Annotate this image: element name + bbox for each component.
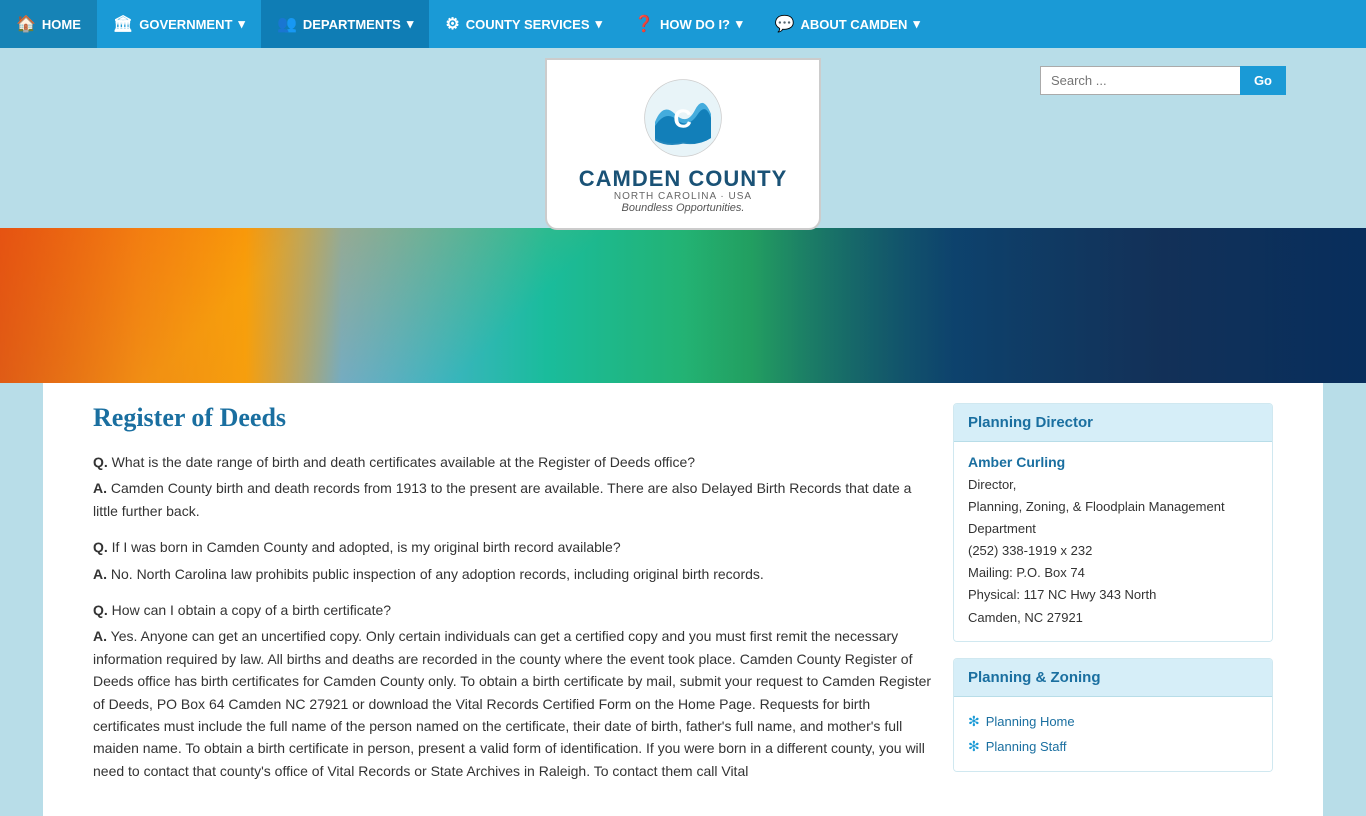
contact-detail-2: (252) 338-1919 x 232 xyxy=(968,543,1092,558)
home-icon: 🏠 xyxy=(16,14,36,34)
asterisk-icon: ✻ xyxy=(968,738,980,755)
contact-detail-4: Physical: 117 NC Hwy 343 North xyxy=(968,587,1156,602)
chevron-down-icon: ▾ xyxy=(913,16,920,32)
contact-detail-3: Mailing: P.O. Box 74 xyxy=(968,565,1085,580)
nav-county-services[interactable]: ⚙ COUNTY SERVICES ▾ xyxy=(429,0,618,48)
hero-image xyxy=(0,228,1366,383)
chevron-down-icon: ▾ xyxy=(238,16,245,32)
sidebar-box-body-planning-director: Amber Curling Director, Planning, Zoning… xyxy=(954,442,1272,641)
sidebar-link-planning-home[interactable]: ✻ Planning Home xyxy=(968,709,1258,734)
sidebar-box-planning-zoning: Planning & Zoning ✻ Planning Home ✻ Plan… xyxy=(953,658,1273,772)
departments-icon: 👥 xyxy=(277,14,297,34)
nav-departments[interactable]: 👥 DEPARTMENTS ▾ xyxy=(261,0,429,48)
sidebar-link-planning-staff[interactable]: ✻ Planning Staff xyxy=(968,734,1258,759)
nav-about-camden[interactable]: 💬 ABOUT CAMDEN ▾ xyxy=(759,0,936,48)
nav-home[interactable]: 🏠 HOME xyxy=(0,0,97,48)
search-input[interactable] xyxy=(1040,66,1240,95)
faq-q-2: Q. If I was born in Camden County and ad… xyxy=(93,536,933,558)
logo-container: C CAMDEN COUNTY NORTH CAROLINA · USA Bou… xyxy=(545,58,822,230)
contact-detail-1: Planning, Zoning, & Floodplain Managemen… xyxy=(968,499,1225,536)
main-nav: 🏠 HOME 🏛 GOVERNMENT ▾ 👥 DEPARTMENTS ▾ ⚙ … xyxy=(0,0,1366,48)
faq-q-1: Q. What is the date range of birth and d… xyxy=(93,451,933,473)
logo-title: CAMDEN COUNTY xyxy=(579,167,788,191)
sidebar-box-body-planning-zoning: ✻ Planning Home ✻ Planning Staff xyxy=(954,697,1272,771)
faq-item-1: Q. What is the date range of birth and d… xyxy=(93,451,933,522)
nav-how-do-i[interactable]: ❓ HOW DO I? ▾ xyxy=(618,0,759,48)
search-bar: Go xyxy=(1040,66,1286,95)
faq-a-2: A. No. North Carolina law prohibits publ… xyxy=(93,563,933,585)
nav-government[interactable]: 🏛 GOVERNMENT ▾ xyxy=(97,0,261,48)
faq-q-3: Q. How can I obtain a copy of a birth ce… xyxy=(93,599,933,621)
faq-item-2: Q. If I was born in Camden County and ad… xyxy=(93,536,933,585)
content-area: Register of Deeds Q. What is the date ra… xyxy=(93,403,933,796)
logo-tagline: Boundless Opportunities. xyxy=(579,202,788,214)
sidebar: Planning Director Amber Curling Director… xyxy=(953,403,1273,796)
logo-wave-icon: C xyxy=(643,78,723,158)
faq-a-1: A. Camden County birth and death records… xyxy=(93,477,933,522)
logo-subtitle: NORTH CAROLINA · USA xyxy=(579,191,788,202)
chevron-down-icon: ▾ xyxy=(407,16,414,32)
sidebar-box-planning-director: Planning Director Amber Curling Director… xyxy=(953,403,1273,642)
county-services-icon: ⚙ xyxy=(445,14,459,34)
search-button[interactable]: Go xyxy=(1240,66,1286,95)
chevron-down-icon: ▾ xyxy=(736,16,743,32)
asterisk-icon: ✻ xyxy=(968,713,980,730)
chevron-down-icon: ▾ xyxy=(596,16,603,32)
page-title: Register of Deeds xyxy=(93,403,933,433)
contact-detail-5: Camden, NC 27921 xyxy=(968,610,1083,625)
faq-a-3: A. Yes. Anyone can get an uncertified co… xyxy=(93,625,933,782)
contact-detail-0: Director, xyxy=(968,477,1016,492)
sidebar-box-header-planning-zoning: Planning & Zoning xyxy=(954,659,1272,697)
contact-name: Amber Curling xyxy=(968,454,1258,470)
about-icon: 💬 xyxy=(775,14,795,34)
question-icon: ❓ xyxy=(634,14,654,34)
main-wrapper: Register of Deeds Q. What is the date ra… xyxy=(43,383,1323,816)
contact-info: Director, Planning, Zoning, & Floodplain… xyxy=(968,474,1258,629)
faq-item-3: Q. How can I obtain a copy of a birth ce… xyxy=(93,599,933,782)
svg-text:C: C xyxy=(673,106,691,134)
government-icon: 🏛 xyxy=(113,14,133,34)
sidebar-box-header-planning-director: Planning Director xyxy=(954,404,1272,442)
